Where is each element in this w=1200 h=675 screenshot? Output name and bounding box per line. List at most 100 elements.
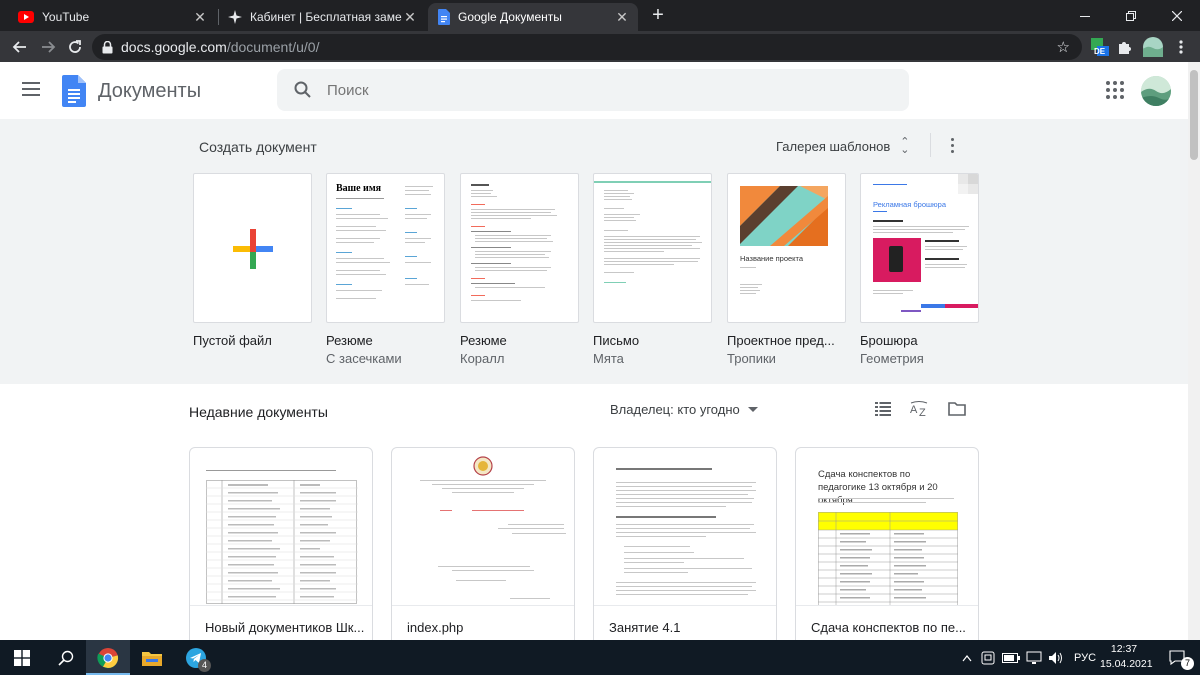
docs-header: Документы <box>0 62 1188 119</box>
project-title-text: Название проекта <box>740 254 804 263</box>
sparkle-icon <box>228 10 242 24</box>
owner-filter-dropdown[interactable]: Владелец: кто угодно <box>610 402 758 417</box>
minimize-button[interactable] <box>1062 0 1108 31</box>
taskbar-search-button[interactable] <box>44 640 88 675</box>
reload-button[interactable] <box>63 35 87 59</box>
system-tray: РУС <box>960 640 1096 675</box>
plus-icon <box>233 229 273 269</box>
template-thumbnail[interactable]: Название проекта <box>727 173 846 323</box>
close-tab-icon[interactable]: ✕ <box>192 9 208 25</box>
template-project-tropic[interactable]: Название проекта Проектное пред... Тропи… <box>727 173 846 366</box>
template-subtitle: Мята <box>593 351 624 366</box>
taskbar-chrome[interactable] <box>86 640 130 675</box>
profile-button[interactable] <box>1142 36 1164 58</box>
taskbar-telegram[interactable]: 4 <box>174 640 218 675</box>
unfold-icon: ⌃ ⌄ <box>900 136 910 156</box>
template-thumbnail[interactable]: Рекламная брошюра <box>860 173 979 323</box>
template-thumbnail[interactable] <box>593 173 712 323</box>
recent-doc-card[interactable]: Новый документиков Шк... <box>189 447 373 647</box>
close-tab-icon[interactable]: ✕ <box>402 9 418 25</box>
youtube-icon <box>18 11 34 23</box>
volume-icon[interactable] <box>1048 651 1064 665</box>
template-thumbnail[interactable]: Ваше имя <box>326 173 445 323</box>
brochure-title-text: Рекламная брошюра <box>873 200 946 209</box>
chevron-up-icon[interactable] <box>962 654 972 662</box>
notification-count-badge: 7 <box>1181 657 1194 670</box>
template-letter-mint[interactable]: Письмо Мята <box>593 173 712 366</box>
template-resume-coral[interactable]: Резюме Коралл <box>460 173 579 366</box>
search-box[interactable] <box>277 69 909 111</box>
tab-youtube[interactable]: YouTube ✕ <box>8 3 216 31</box>
onedrive-icon[interactable] <box>980 651 996 665</box>
doc-preview <box>594 448 776 606</box>
tab-cabinet[interactable]: Кабинет | Бесплатная замена W ✕ <box>218 3 426 31</box>
extension-translate-button[interactable]: DE <box>1089 36 1111 58</box>
emblem-icon <box>473 456 493 476</box>
template-subtitle: С засечками <box>326 351 402 366</box>
puzzle-icon <box>1119 42 1131 54</box>
restore-button[interactable] <box>1108 0 1154 31</box>
template-name: Письмо <box>593 333 640 348</box>
open-file-picker-button[interactable] <box>946 399 968 419</box>
template-brochure-geometric[interactable]: Рекламная брошюра Брошюра Геометрия <box>860 173 979 366</box>
close-window-button[interactable] <box>1154 0 1200 31</box>
folder-icon <box>142 651 162 666</box>
template-gallery-label: Галерея шаблонов <box>776 138 891 154</box>
resume-name-text: Ваше имя <box>336 183 382 194</box>
template-resume-serif[interactable]: Ваше имя Резюме С засечками <box>326 173 445 366</box>
search-input[interactable] <box>327 81 827 99</box>
recent-doc-card[interactable]: index.php <box>391 447 575 647</box>
bookmark-star-icon[interactable]: ☆ <box>1057 38 1070 56</box>
folder-icon <box>948 402 966 416</box>
divider <box>930 133 931 157</box>
back-button[interactable] <box>8 35 32 59</box>
template-gallery-button[interactable]: Галерея шаблонов ⌃ ⌄ <box>776 136 910 156</box>
template-thumbnail[interactable] <box>193 173 312 323</box>
sort-button[interactable]: AZ <box>909 399 931 419</box>
recent-doc-card[interactable]: Занятие 4.1 <box>593 447 777 647</box>
doc-preview <box>190 448 372 606</box>
new-tab-button[interactable]: + <box>646 4 670 28</box>
url-host: docs.google.com <box>121 39 227 55</box>
chrome-icon <box>97 647 119 668</box>
owner-filter-label: Владелец: кто угодно <box>610 402 740 417</box>
template-name: Пустой файл <box>193 333 272 348</box>
doc-preview: Сдача конспектов по педагогике 13 октябр… <box>796 448 978 606</box>
recent-doc-card[interactable]: Сдача конспектов по педагогике 13 октябр… <box>795 447 979 647</box>
recent-documents-heading: Недавние документы <box>189 404 328 420</box>
template-thumbnail[interactable] <box>460 173 579 323</box>
telegram-unread-badge: 4 <box>198 659 211 672</box>
battery-icon[interactable] <box>1002 652 1020 663</box>
more-options-icon[interactable] <box>942 135 962 155</box>
start-button[interactable] <box>0 640 44 675</box>
network-icon[interactable] <box>1026 651 1042 665</box>
input-language[interactable]: РУС <box>1074 652 1096 664</box>
address-bar[interactable]: docs.google.com/document/u/0/ ☆ <box>92 34 1082 60</box>
tab-google-docs[interactable]: Google Документы ✕ <box>428 3 638 31</box>
google-apps-icon[interactable] <box>1106 81 1124 99</box>
lock-icon <box>102 40 113 53</box>
url-text: docs.google.com/document/u/0/ <box>121 39 319 55</box>
template-name: Проектное пред... <box>727 333 835 348</box>
caret-down-icon <box>747 407 758 412</box>
schedule-table-graphic <box>818 512 958 605</box>
template-blank[interactable]: Пустой файл <box>193 173 312 348</box>
browser-tab-strip: YouTube ✕ Кабинет | Бесплатная замена W … <box>0 0 1200 31</box>
page-scrollbar[interactable] <box>1188 62 1200 640</box>
list-view-button[interactable] <box>872 399 894 419</box>
close-tab-icon[interactable]: ✕ <box>614 9 630 25</box>
clock[interactable]: 12:37 15.04.2021 <box>1100 642 1153 672</box>
taskbar-file-explorer[interactable] <box>130 640 174 675</box>
notification-center-button[interactable]: 7 <box>1156 640 1200 675</box>
docs-logo-icon[interactable] <box>62 75 86 107</box>
reload-icon <box>69 40 81 53</box>
scrollbar-thumb[interactable] <box>1190 70 1198 160</box>
doc-title: Занятие 4.1 <box>609 620 681 635</box>
browser-menu-button[interactable] <box>1170 36 1192 58</box>
svg-text:A: A <box>910 404 918 416</box>
extensions-button[interactable] <box>1114 36 1136 58</box>
forward-button[interactable] <box>36 35 60 59</box>
main-menu-icon[interactable] <box>22 82 40 96</box>
account-avatar[interactable] <box>1141 76 1171 106</box>
extension-badge: DE <box>1094 47 1106 56</box>
